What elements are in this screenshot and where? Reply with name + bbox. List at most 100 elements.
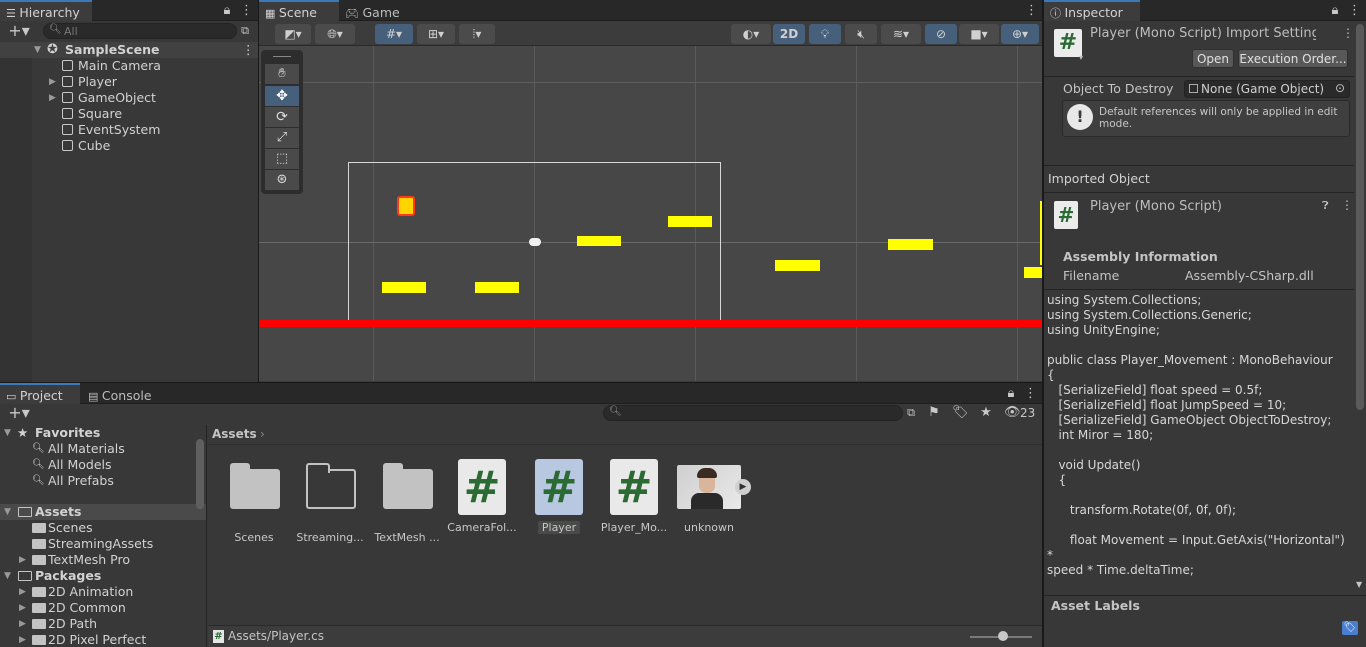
tab-hierarchy[interactable]: ☰ Hierarchy — [0, 0, 92, 21]
lock-icon[interactable]: 🔒︎ — [1328, 3, 1342, 19]
expand-arrow-icon[interactable]: ▶ — [49, 74, 56, 90]
object-picker-icon[interactable]: ⊙ — [1335, 81, 1345, 95]
transform-tool-icon[interactable]: ⊛ — [265, 170, 299, 190]
hierarchy-item-gameobject[interactable]: ▶ GameObject — [0, 90, 258, 106]
tag-label-icon[interactable]: 🏷︎ — [1342, 621, 1358, 635]
hierarchy-item-cube[interactable]: Cube — [0, 138, 258, 154]
asset-folder-item[interactable]: StreamingAssets — [0, 536, 206, 552]
expand-arrow-icon[interactable]: ▶ — [19, 584, 26, 600]
hierarchy-search-input[interactable]: 🔍︎ All — [43, 23, 237, 39]
chevron-down-icon[interactable]: ▾ — [1079, 53, 1083, 62]
play-icon[interactable]: ▶ — [735, 479, 751, 495]
breadcrumb-assets[interactable]: Assets — [212, 427, 257, 441]
search-by-type-icon[interactable]: ⧉ — [904, 405, 918, 421]
rect-tool-icon[interactable]: ⬚ — [265, 149, 299, 169]
asset-item-player-movement[interactable]: # Player_Mo... — [599, 459, 669, 534]
grid-snap-toggle[interactable]: #▾ — [375, 24, 413, 44]
hierarchy-item-main-camera[interactable]: Main Camera — [0, 58, 258, 74]
player-square[interactable] — [397, 196, 415, 216]
hidden-objects-toggle-icon[interactable]: ⊘ — [925, 24, 957, 44]
scroll-down-icon[interactable]: ▼ — [1356, 580, 1362, 589]
search-scene-icon[interactable]: ⧉ — [238, 23, 252, 39]
platform[interactable] — [577, 236, 621, 246]
platform[interactable] — [775, 260, 820, 271]
scene-kebab-icon[interactable]: ⋮ — [242, 42, 255, 58]
help-icon[interactable]: ❓︎ — [1322, 199, 1329, 213]
asset-item-scenes[interactable]: Scenes — [219, 459, 289, 544]
packages-root[interactable]: ▼ Packages — [0, 568, 206, 584]
global-toggle-dropdown[interactable]: 🌐︎▾ — [315, 24, 355, 44]
add-button[interactable]: +▾ — [4, 23, 34, 39]
asset-item-textmesh[interactable]: TextMesh ... — [372, 459, 442, 544]
lock-icon[interactable]: 🔒︎ — [220, 3, 234, 19]
zoom-slider-thumb[interactable] — [998, 631, 1008, 641]
package-item[interactable]: ▶ 2D Path — [0, 616, 206, 632]
scale-tool-icon[interactable]: ⤢ — [265, 128, 299, 148]
header-kebab-icon[interactable]: ⋮ — [1342, 26, 1354, 40]
shading-mode-dropdown[interactable]: ◐▾ — [731, 24, 771, 44]
tab-project[interactable]: ▭ Project — [0, 383, 80, 404]
audio-toggle-icon[interactable]: 🔇︎ — [845, 24, 877, 44]
asset-folder-item[interactable]: ▶ TextMesh Pro — [0, 552, 206, 568]
package-item[interactable]: ▶ 2D Pixel Perfect — [0, 632, 206, 647]
platform[interactable] — [888, 239, 933, 250]
platform[interactable] — [1024, 267, 1042, 278]
favorites-header[interactable]: ▼ ★ Favorites — [0, 425, 206, 441]
scene-viewport[interactable]: ✋︎ ✥ ⟳ ⤢ ⬚ ⊛ — [259, 46, 1042, 381]
package-item[interactable]: ▶ 2D Common — [0, 600, 206, 616]
kebab-menu-icon[interactable]: ⋮ — [240, 3, 253, 19]
expand-arrow-icon[interactable]: ▼ — [4, 504, 11, 520]
imported-kebab-icon[interactable]: ⋮ — [1341, 198, 1353, 212]
expand-arrow-icon[interactable]: ▶ — [19, 552, 26, 568]
platform[interactable] — [382, 282, 426, 293]
execution-order-button[interactable]: Execution Order... — [1238, 49, 1348, 68]
gizmos-dropdown[interactable]: ⊕▾ — [1001, 24, 1039, 44]
draw-mode-dropdown[interactable]: ◩▾ — [275, 24, 311, 44]
expand-arrow-icon[interactable]: ▶ — [19, 632, 26, 647]
expand-arrow-icon[interactable]: ▼ — [4, 568, 11, 584]
package-item[interactable]: ▶ 2D Animation — [0, 584, 206, 600]
hierarchy-item-eventsystem[interactable]: EventSystem — [0, 122, 258, 138]
label-filter-icon[interactable]: 🏷︎ — [952, 405, 969, 421]
tab-game[interactable]: 🎮︎ Game — [339, 0, 409, 21]
hierarchy-item-player[interactable]: ▶ Player — [0, 74, 258, 90]
asset-item-unknown[interactable]: ▶ unknown — [674, 459, 751, 534]
inspector-scrollbar[interactable] — [1356, 24, 1364, 410]
expand-arrow-icon[interactable]: ▶ — [49, 90, 56, 106]
hand-tool-icon[interactable]: ✋︎ — [265, 64, 299, 84]
hierarchy-item-square[interactable]: Square — [0, 106, 258, 122]
kebab-menu-icon[interactable]: ⋮ — [1025, 3, 1038, 19]
snap-increment-dropdown[interactable]: ⊞▾ — [417, 24, 455, 44]
rotate-tool-icon[interactable]: ⟳ — [265, 107, 299, 127]
assets-root[interactable]: ▼ Assets — [0, 504, 206, 520]
create-button[interactable]: +▾ — [4, 405, 34, 421]
asset-item-player[interactable]: # Player — [524, 459, 594, 534]
lighting-toggle-icon[interactable]: 💡︎ — [809, 24, 841, 44]
favorite-item[interactable]: 🔍︎ All Materials — [0, 441, 206, 457]
increment-snap-dropdown[interactable]: ⦙▾ — [459, 24, 495, 44]
expand-arrow-icon[interactable]: ▶ — [19, 616, 26, 632]
kebab-menu-icon[interactable]: ⋮ — [1024, 386, 1037, 402]
move-tool-icon[interactable]: ✥ — [265, 86, 299, 106]
ground-red-bar[interactable] — [259, 320, 1042, 327]
favorite-star-icon[interactable]: ★ — [978, 405, 994, 421]
lock-icon[interactable]: 🔒︎ — [1004, 386, 1018, 402]
hidden-packages-icon[interactable]: 👁︎ — [1004, 405, 1021, 421]
kebab-menu-icon[interactable]: ⋮ — [1348, 3, 1361, 19]
open-button[interactable]: Open — [1192, 49, 1234, 68]
asset-item-streaming[interactable]: Streaming... — [295, 459, 365, 544]
expand-arrow-icon[interactable]: ▼ — [34, 42, 41, 58]
tab-inspector[interactable]: ⓘ Inspector — [1044, 0, 1140, 21]
platform[interactable] — [668, 216, 712, 227]
tree-scrollbar[interactable] — [196, 439, 204, 509]
mode-2d-toggle[interactable]: 2D — [773, 24, 805, 44]
effects-dropdown[interactable]: ≋▾ — [881, 24, 921, 44]
project-search-input[interactable]: 🔍︎ — [603, 405, 903, 421]
filter-type-icon[interactable]: ⚑ — [926, 405, 942, 421]
expand-arrow-icon[interactable]: ▶ — [19, 600, 26, 616]
favorite-item[interactable]: 🔍︎ All Models — [0, 457, 206, 473]
scene-root[interactable]: ▼ ✪ SampleScene ⋮ — [0, 42, 258, 58]
object-to-destroy-field[interactable]: None (Game Object) ⊙ — [1184, 80, 1350, 98]
favorite-item[interactable]: 🔍︎ All Prefabs — [0, 473, 206, 489]
tab-console[interactable]: ▤ Console — [82, 383, 162, 404]
